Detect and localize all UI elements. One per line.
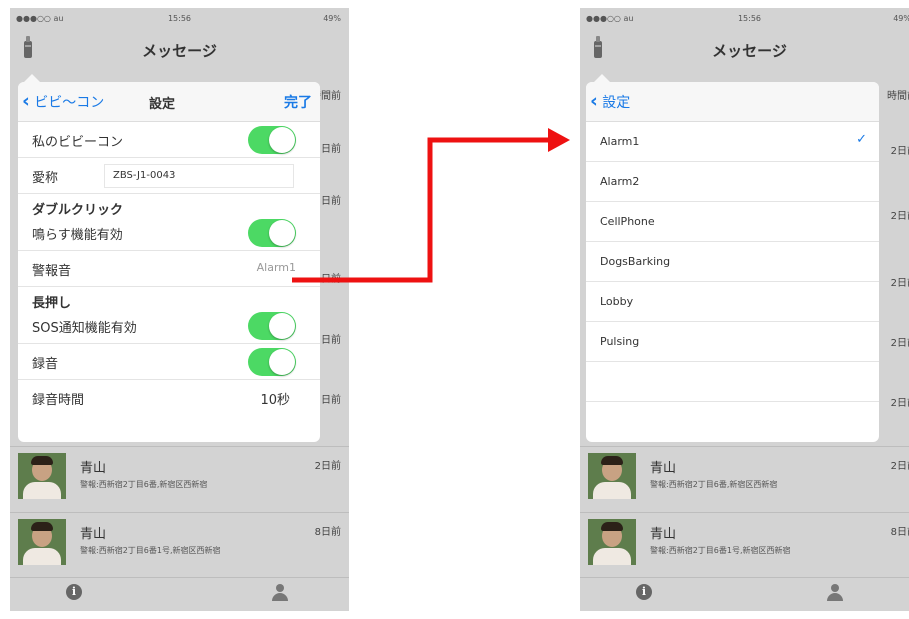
message-sender: 青山: [80, 461, 107, 476]
recording-time-value: 10秒: [260, 393, 290, 408]
done-button[interactable]: 完了: [284, 92, 312, 112]
message-time: 8日前: [314, 527, 341, 538]
recording-time-label: 録音時間: [32, 393, 85, 408]
message-time: 2日前: [314, 461, 341, 472]
nickname-field[interactable]: ZBS-J1-0043: [104, 164, 294, 188]
info-icon[interactable]: i: [66, 584, 82, 600]
tab-bar: i: [580, 577, 909, 611]
status-time: 15:56: [737, 14, 762, 23]
page-title: メッセージ: [712, 42, 787, 60]
row-time: 2日前: [890, 278, 909, 289]
ring-enabled-row: 鳴らす機能有効: [18, 215, 320, 251]
back-button[interactable]: ‹ 設定: [590, 92, 630, 112]
checkmark-icon: ✓: [856, 132, 867, 147]
popover-nav: ‹ ビビ〜コン 設定 完了: [18, 82, 320, 122]
popover-arrow: [594, 74, 610, 82]
empty-row: [586, 362, 879, 402]
person-icon[interactable]: [272, 584, 288, 602]
alarm-option[interactable]: Alarm2: [586, 162, 879, 202]
alarm-select-screen: ●●●○○ au 15:56 49% メッセージ 時間前 2日前 2日前 2日前…: [580, 8, 909, 611]
my-beacon-row: 私のビビーコン: [18, 122, 320, 158]
sos-enabled-row: SOS通知機能有効: [18, 308, 320, 344]
sos-enabled-toggle[interactable]: [248, 312, 296, 340]
nickname-label: 愛称: [32, 171, 59, 186]
recording-label: 録音: [32, 357, 59, 372]
row-time: 2日前: [890, 146, 909, 157]
status-bar: ●●●○○ au 15:56 49%: [580, 8, 909, 28]
message-preview: 警報:西新宿2丁目6番1号,新宿区西新宿: [650, 546, 791, 555]
recording-row: 録音: [18, 344, 320, 380]
popover-title: 設定: [149, 97, 176, 112]
avatar: [18, 519, 66, 565]
recording-time-row[interactable]: 録音時間 10秒: [18, 380, 320, 416]
row-time: 2日前: [890, 338, 909, 349]
alarm-option[interactable]: Lobby: [586, 282, 879, 322]
settings-popover: ‹ ビビ〜コン 設定 完了 私のビビーコン 愛称 ZBS-J1-0043 ダブル…: [18, 82, 320, 442]
alarm-sound-label: 警報音: [32, 264, 72, 279]
nickname-row: 愛称 ZBS-J1-0043: [18, 158, 320, 194]
message-preview: 警報:西新宿2丁目6番1号,新宿区西新宿: [80, 546, 221, 555]
alarm-option-label: Alarm2: [600, 175, 640, 188]
back-button-label: ビビ〜コン: [34, 95, 105, 111]
battery-level: 49%: [323, 14, 341, 23]
tab-bar: i: [10, 577, 349, 611]
avatar: [588, 519, 636, 565]
alarm-option-label: DogsBarking: [600, 255, 671, 268]
message-row[interactable]: 青山 警報:西新宿2丁目6番,新宿区西新宿 2日前: [10, 446, 349, 504]
sos-enabled-label: SOS通知機能有効: [32, 321, 137, 336]
info-icon[interactable]: i: [636, 584, 652, 600]
message-sender: 青山: [650, 461, 677, 476]
alarm-option[interactable]: Pulsing: [586, 322, 879, 362]
message-row[interactable]: 青山 警報:西新宿2丁目6番1号,新宿区西新宿 8日前: [10, 512, 349, 570]
message-row[interactable]: 青山 警報:西新宿2丁目6番1号,新宿区西新宿 8日前: [580, 512, 909, 570]
message-preview: 警報:西新宿2丁目6番,新宿区西新宿: [650, 480, 778, 489]
popover-nav: ‹ 設定: [586, 82, 879, 122]
avatar: [588, 453, 636, 499]
my-beacon-label: 私のビビーコン: [32, 135, 124, 150]
popover-arrow: [24, 74, 40, 82]
message-sender: 青山: [650, 527, 677, 542]
settings-screen: ●●●○○ au 15:56 49% メッセージ 時間前 2日前 2日前 2日前…: [10, 8, 349, 611]
chevron-left-icon: ‹: [590, 90, 598, 112]
page-title: メッセージ: [142, 42, 217, 60]
alarm-option-label: CellPhone: [600, 215, 655, 228]
message-row[interactable]: 青山 警報:西新宿2丁目6番,新宿区西新宿 2日前: [580, 446, 909, 504]
status-bar: ●●●○○ au 15:56 49%: [10, 8, 349, 28]
status-time: 15:56: [167, 14, 192, 23]
message-time: 8日前: [890, 527, 909, 538]
alarm-option-label: Pulsing: [600, 335, 640, 348]
ring-enabled-label: 鳴らす機能有効: [32, 228, 123, 243]
message-time: 2日前: [890, 461, 909, 472]
message-sender: 青山: [80, 527, 107, 542]
battery-level: 49%: [893, 14, 909, 23]
alarm-option[interactable]: DogsBarking: [586, 242, 879, 282]
nav-bar: メッセージ: [10, 28, 349, 70]
alarm-option[interactable]: CellPhone: [586, 202, 879, 242]
message-preview: 警報:西新宿2丁目6番,新宿区西新宿: [80, 480, 208, 489]
empty-row: [586, 402, 879, 442]
chevron-left-icon: ‹: [22, 90, 30, 112]
my-beacon-toggle[interactable]: [248, 126, 296, 154]
ring-enabled-toggle[interactable]: [248, 219, 296, 247]
row-time: 時間前: [887, 91, 909, 102]
alarm-sound-row[interactable]: 警報音 Alarm1: [18, 251, 320, 287]
row-time: 2日前: [890, 398, 909, 409]
nav-bar: メッセージ: [580, 28, 909, 70]
person-icon[interactable]: [827, 584, 843, 602]
alarm-sound-value: Alarm1: [256, 261, 296, 274]
alarm-option-label: Alarm1: [600, 135, 640, 148]
avatar: [18, 453, 66, 499]
recording-toggle[interactable]: [248, 348, 296, 376]
alarm-option[interactable]: Alarm1 ✓: [586, 122, 879, 162]
alarm-select-popover: ‹ 設定 Alarm1 ✓ Alarm2 CellPhone DogsBarki…: [586, 82, 879, 442]
back-button-label: 設定: [602, 95, 631, 111]
alarm-option-label: Lobby: [600, 295, 634, 308]
back-button[interactable]: ‹ ビビ〜コン: [22, 92, 104, 112]
row-time: 2日前: [890, 211, 909, 222]
